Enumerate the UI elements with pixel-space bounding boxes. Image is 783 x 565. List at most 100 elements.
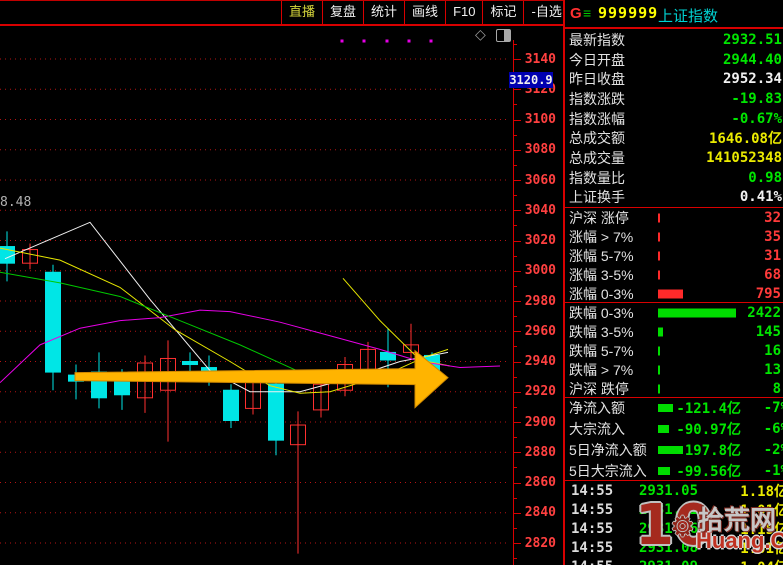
flow-percent: -7% <box>763 400 783 417</box>
advance-row[interactable]: 涨幅 5-7% 31 <box>565 246 783 265</box>
axis-label: 2860 <box>524 475 556 490</box>
quote-row: 今日开盘 2944.40 <box>565 50 783 70</box>
tick-row: 14:55 2931.06 1.15亿 <box>565 519 783 538</box>
quote-row: 指数涨跌 -19.83 <box>565 89 783 109</box>
axis-tick-minor <box>513 467 517 469</box>
axis-label: 3020 <box>524 233 556 248</box>
quote-label: 今日开盘 <box>569 51 625 68</box>
axis-tick-minor <box>513 346 517 348</box>
tick-price: 2931.06 <box>639 521 699 537</box>
axis-label: 2880 <box>524 444 556 460</box>
quote-panel: G ≡ 999999 上证指数 最新指数 2932.51 今日开盘 2944.40 昨日… <box>563 0 783 565</box>
flow-row[interactable]: 5日大宗流入 -99.56亿 -1% <box>565 460 783 481</box>
toolbar-button-replay[interactable]: 复盘 <box>322 1 363 24</box>
quote-row: 指数涨幅 -0.67% <box>565 109 783 129</box>
flow-label: 净流入额 <box>569 400 625 417</box>
axis-label: 3060 <box>524 172 556 188</box>
marker-dot <box>407 39 411 43</box>
flow-row[interactable]: 大宗流入 -90.97亿 -6% <box>565 419 783 440</box>
marker-dot <box>385 39 389 43</box>
advance-row-bar <box>658 232 660 241</box>
decline-row[interactable]: 跌幅 0-3% 2422 <box>565 303 783 322</box>
advance-row-count: 68 <box>764 266 781 283</box>
decline-row[interactable]: 跌幅 3-5% 145 <box>565 322 783 341</box>
advance-row[interactable]: 涨幅 0-3% 795 <box>565 284 783 303</box>
flow-row[interactable]: 净流入额 -121.4亿 -7% <box>565 398 783 419</box>
flow-row[interactable]: 5日净流入额 -197.8亿 -2% <box>565 440 783 461</box>
axis-tick <box>513 331 521 333</box>
axis-label: 2840 <box>524 505 556 521</box>
decline-row[interactable]: 跌幅 5-7% 16 <box>565 341 783 360</box>
axis-label: 3000 <box>524 263 556 279</box>
flow-value: -121.4亿 <box>676 401 741 418</box>
tick-row: 14:55 2931.11 1.01亿 <box>565 500 783 519</box>
axis-label: 3100 <box>524 112 556 127</box>
axis-tick-minor <box>513 437 517 439</box>
advance-row[interactable]: 沪深 涨停 32 <box>565 208 783 227</box>
flow-label: 5日净流入额 <box>569 441 647 458</box>
quote-value: 2932.51 <box>722 31 782 48</box>
axis-tick-minor <box>513 225 517 227</box>
candle-down <box>223 389 239 421</box>
axis-tick <box>513 512 521 514</box>
flow-bar <box>658 425 669 434</box>
quote-row: 上证换手 0.41% <box>565 187 783 207</box>
advance-row-label: 涨幅 0-3% <box>569 285 634 302</box>
advance-row-count: 35 <box>764 228 781 245</box>
decline-row[interactable]: 沪深 跌停 8 <box>565 379 783 398</box>
advance-row[interactable]: 涨幅 3-5% 68 <box>565 265 783 284</box>
axis-tick <box>513 149 521 151</box>
axis-tick-minor <box>513 406 517 408</box>
advance-row-bar <box>658 289 683 298</box>
axis-label: 2900 <box>524 414 556 430</box>
flow-value: -197.8亿 <box>676 442 741 459</box>
flow-label: 大宗流入 <box>569 421 625 438</box>
decline-row[interactable]: 跌幅 > 7% 13 <box>565 360 783 379</box>
menu-icon[interactable]: ≡ <box>583 5 591 21</box>
advance-row-bar <box>658 213 660 222</box>
tick-amount: 1.04亿 <box>740 557 783 565</box>
axis-label: 2940 <box>524 354 556 369</box>
quote-value: 141052348 <box>706 149 782 166</box>
axis-tick-minor <box>513 558 517 560</box>
tick-list-section: 14:55 2931.05 1.18亿 14:55 2931.11 1.01亿 14:55 2… <box>565 480 783 565</box>
axis-tick-minor <box>513 43 517 45</box>
stock-code: 999999 <box>598 4 659 22</box>
advance-section: 沪深 涨停 32 涨幅 > 7% 35 涨幅 5-7% 31 涨幅 3-5% 68 涨幅 0-3… <box>565 207 783 303</box>
quote-value: 2952.34 <box>722 71 782 88</box>
kline-chart[interactable] <box>0 25 513 565</box>
tick-time: 14:55 <box>571 540 614 557</box>
toolbar-button-mark[interactable]: 标记 <box>482 1 523 24</box>
tick-time: 14:55 <box>571 482 614 499</box>
decline-row-count: 2422 <box>747 304 781 321</box>
axis-label: 2820 <box>524 535 556 551</box>
candle-down <box>182 361 198 366</box>
axis-tick <box>513 240 521 242</box>
axis-label: 2980 <box>524 293 556 309</box>
toolbar-button-f10[interactable]: F10 <box>445 1 482 24</box>
axis-tick-minor <box>513 376 517 378</box>
axis-tick <box>513 270 521 272</box>
decline-row-bar <box>658 365 660 374</box>
quote-row: 最新指数 2932.51 <box>565 30 783 50</box>
tick-row: 14:55 2931.09 1.04亿 <box>565 558 783 565</box>
tick-amount: 1.15亿 <box>740 522 783 538</box>
advance-row-count: 795 <box>755 285 781 302</box>
axis-label: 2920 <box>524 384 556 400</box>
tick-amount: 1.01亿 <box>740 541 783 558</box>
advance-row-count: 32 <box>764 209 781 226</box>
toolbar-button-stats[interactable]: 统计 <box>363 1 404 24</box>
axis-tick <box>513 119 521 121</box>
advance-row[interactable]: 涨幅 > 7% 35 <box>565 227 783 246</box>
decline-row-bar <box>658 308 736 317</box>
quote-row: 总成交额 1646.08亿 <box>565 128 783 148</box>
axis-tick <box>513 59 521 60</box>
flow-section: 净流入额 -121.4亿 -7% 大宗流入 -90.97亿 -6% 5日净流入额 -197.8… <box>565 397 783 481</box>
axis-tick-minor <box>513 164 517 166</box>
tick-price: 2931.09 <box>639 559 698 565</box>
ma-mid-2-line <box>342 277 451 367</box>
quote-panel-header: G ≡ 999999 上证指数 <box>565 0 783 29</box>
toolbar-button-live[interactable]: 直播 <box>281 1 322 24</box>
toolbar-button-draw[interactable]: 画线 <box>404 1 445 24</box>
decline-row-label: 跌幅 3-5% <box>569 323 634 340</box>
